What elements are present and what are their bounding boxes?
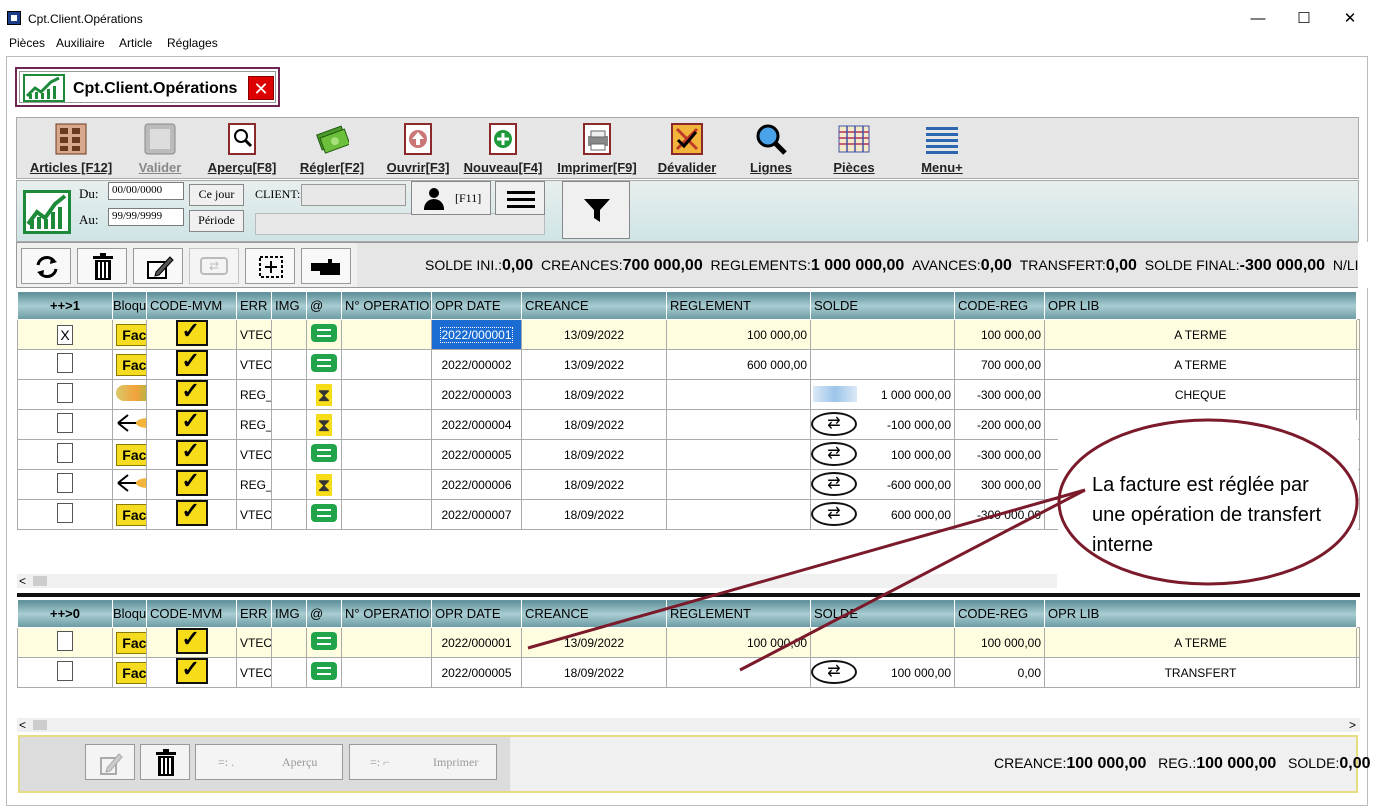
annotation-ellipse	[1057, 418, 1359, 586]
annotation-pointer-1	[527, 488, 1086, 650]
annotation-pointer-2	[739, 488, 1086, 672]
annotation-overlay	[527, 418, 1359, 672]
